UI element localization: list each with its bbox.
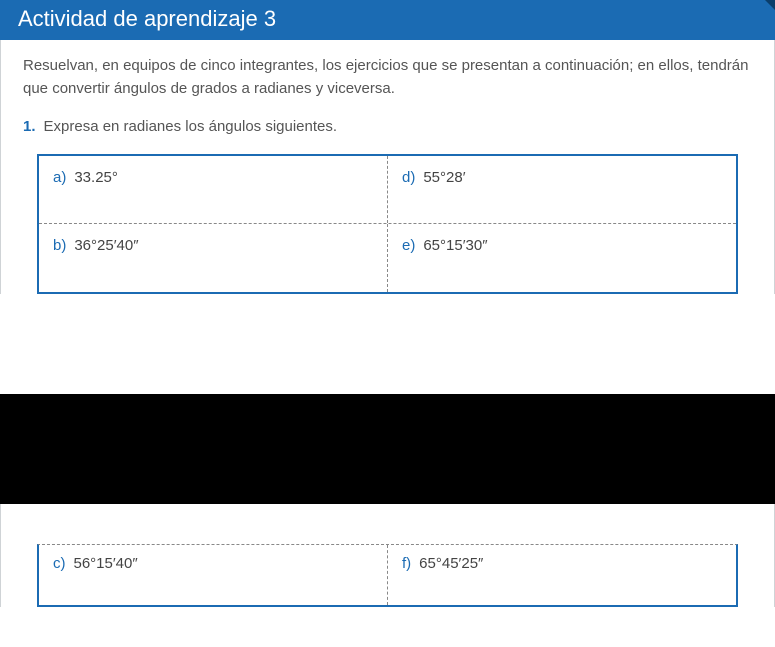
question-number: 1. <box>23 115 36 138</box>
option-d: d) 55°28′ <box>388 156 736 223</box>
options-table-top: a) 33.25° d) 55°28′ b) 36°25′40″ e) 65°1… <box>37 154 738 294</box>
option-e: e) 65°15′30″ <box>388 224 736 292</box>
table-row: c) 56°15′40″ f) 65°45′25″ <box>39 545 736 605</box>
activity-banner: Actividad de aprendizaje 3 <box>0 0 775 40</box>
option-value: 55°28′ <box>423 166 465 189</box>
content-area: Resuelvan, en equipos de cinco integrant… <box>0 40 775 294</box>
option-value: 65°45′25″ <box>419 555 483 572</box>
option-a: a) 33.25° <box>39 156 388 223</box>
table-row: b) 36°25′40″ e) 65°15′30″ <box>39 224 736 292</box>
option-f: f) 65°45′25″ <box>388 545 736 605</box>
option-value: 36°25′40″ <box>74 234 138 257</box>
option-c: c) 56°15′40″ <box>39 545 388 605</box>
option-label: d) <box>402 166 415 189</box>
option-label: f) <box>402 555 411 572</box>
black-band <box>0 394 775 504</box>
option-label: b) <box>53 234 66 257</box>
option-value: 65°15′30″ <box>423 234 487 257</box>
option-label: c) <box>53 555 66 572</box>
table-row: a) 33.25° d) 55°28′ <box>39 156 736 224</box>
option-label: a) <box>53 166 66 189</box>
question-line: 1. Expresa en radianes los ángulos sigui… <box>23 115 752 138</box>
options-table-bottom: c) 56°15′40″ f) 65°45′25″ <box>37 544 738 607</box>
content-area-bottom: c) 56°15′40″ f) 65°45′25″ <box>0 504 775 607</box>
option-value: 56°15′40″ <box>74 555 138 572</box>
intro-text: Resuelvan, en equipos de cinco integrant… <box>23 54 752 101</box>
question-text: Expresa en radianes los ángulos siguient… <box>44 115 338 138</box>
option-value: 33.25° <box>74 166 118 189</box>
option-label: e) <box>402 234 415 257</box>
activity-title: Actividad de aprendizaje 3 <box>18 6 276 31</box>
option-b: b) 36°25′40″ <box>39 224 388 292</box>
